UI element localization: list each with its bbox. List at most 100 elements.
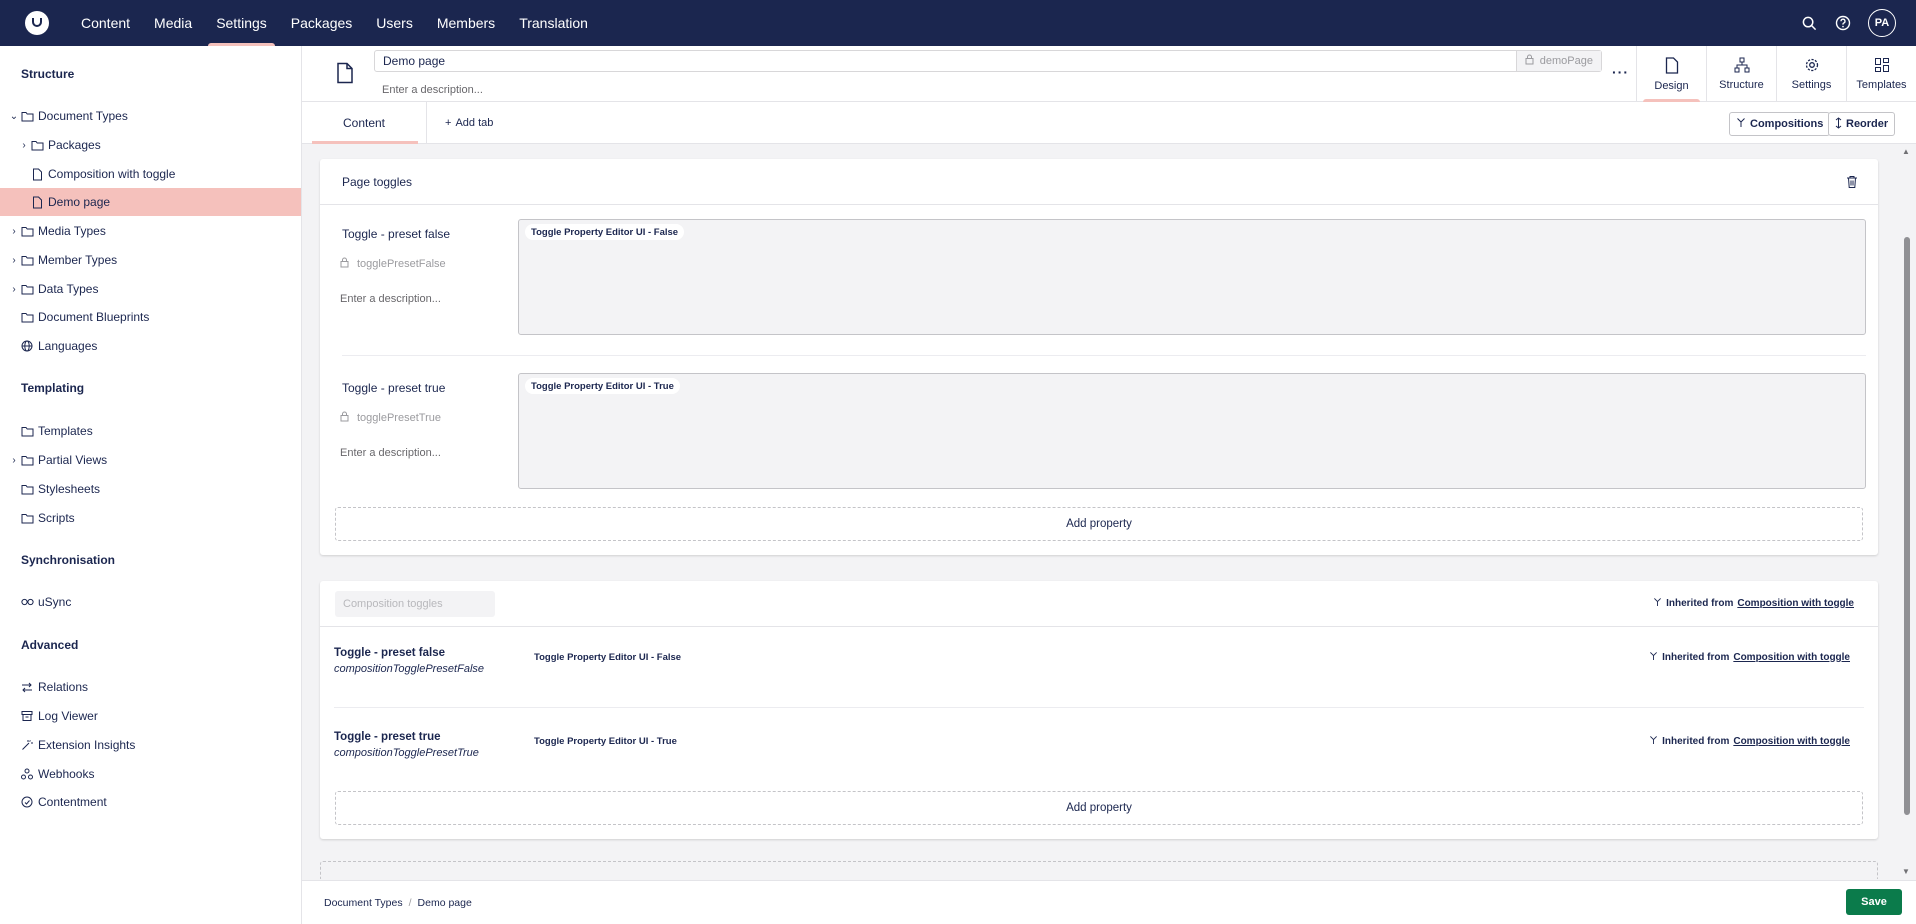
save-button[interactable]: Save bbox=[1846, 889, 1902, 915]
chevron-right-icon[interactable]: › bbox=[8, 226, 20, 237]
property-alias[interactable]: togglePresetFalse bbox=[340, 257, 446, 271]
help-icon[interactable] bbox=[1834, 14, 1852, 32]
document-type-name-input[interactable]: Demo page demoPage bbox=[374, 50, 1602, 72]
compositions-button[interactable]: Compositions bbox=[1729, 112, 1831, 136]
description-input[interactable]: Enter a description... bbox=[382, 84, 483, 96]
tree-item-templates[interactable]: Templates bbox=[0, 417, 301, 445]
folder-icon bbox=[20, 109, 34, 123]
property-editor-preview[interactable]: Toggle Property Editor UI - False bbox=[518, 219, 1866, 335]
group-title[interactable]: Page toggles bbox=[342, 175, 412, 189]
inherited-from-link[interactable]: Composition with toggle bbox=[1733, 736, 1850, 747]
editor-tag: Toggle Property Editor UI - True bbox=[525, 378, 680, 394]
inherited-property-row: Toggle - preset false compositionToggleP… bbox=[320, 627, 1878, 707]
tree-item-webhooks[interactable]: Webhooks bbox=[0, 760, 301, 788]
more-actions-icon[interactable]: ··· bbox=[1612, 64, 1629, 80]
umbraco-logo[interactable] bbox=[25, 11, 49, 35]
merge-icon bbox=[1736, 117, 1746, 131]
inherited-from-link[interactable]: Composition with toggle bbox=[1733, 652, 1850, 663]
tree-item-usync[interactable]: uSync bbox=[0, 588, 301, 616]
add-property-button[interactable]: Add property bbox=[335, 791, 1863, 825]
tab-content[interactable]: Content bbox=[302, 102, 427, 144]
lock-icon[interactable] bbox=[340, 257, 349, 271]
nav-media[interactable]: Media bbox=[142, 0, 204, 46]
view-templates[interactable]: Templates bbox=[1846, 46, 1916, 102]
breadcrumb-separator: / bbox=[408, 897, 412, 909]
document-icon[interactable] bbox=[336, 62, 354, 87]
view-switcher: Design Structure Settings Templates bbox=[1636, 46, 1916, 102]
chevron-down-icon[interactable]: ⌄ bbox=[8, 111, 20, 122]
tree-item-packages[interactable]: › Packages bbox=[0, 131, 301, 159]
view-structure[interactable]: Structure bbox=[1706, 46, 1776, 102]
add-group-placeholder[interactable] bbox=[320, 861, 1878, 879]
group-page-toggles: Page toggles Toggle - preset false toggl… bbox=[320, 159, 1878, 555]
tree-item-data-types[interactable]: › Data Types bbox=[0, 275, 301, 303]
tree-item-languages[interactable]: Languages bbox=[0, 332, 301, 360]
scrollbar-thumb[interactable] bbox=[1904, 237, 1910, 815]
property-row[interactable]: Toggle - preset false togglePresetFalse … bbox=[320, 205, 1878, 355]
nav-packages[interactable]: Packages bbox=[279, 0, 364, 46]
tree-item-extension-insights[interactable]: Extension Insights bbox=[0, 731, 301, 759]
property-editor-preview[interactable]: Toggle Property Editor UI - True bbox=[518, 373, 1866, 489]
infinity-icon bbox=[20, 595, 34, 609]
property-row[interactable]: Toggle - preset true togglePresetTrue En… bbox=[320, 359, 1878, 509]
property-alias[interactable]: togglePresetTrue bbox=[340, 411, 441, 425]
content-area: Page toggles Toggle - preset false toggl… bbox=[302, 145, 1916, 879]
tree-item-document-types[interactable]: ⌄ Document Types bbox=[0, 102, 301, 130]
document-icon bbox=[30, 195, 44, 209]
tree-item-stylesheets[interactable]: Stylesheets bbox=[0, 475, 301, 503]
nav-translation[interactable]: Translation bbox=[507, 0, 600, 46]
wand-icon bbox=[20, 738, 34, 752]
property-description[interactable]: Enter a description... bbox=[340, 293, 441, 305]
tree-item-demo-page[interactable]: Demo page bbox=[0, 188, 301, 216]
tree-item-member-types[interactable]: › Member Types bbox=[0, 246, 301, 274]
merge-icon bbox=[1649, 651, 1658, 664]
search-icon[interactable] bbox=[1800, 14, 1818, 32]
view-design[interactable]: Design bbox=[1636, 46, 1706, 102]
footer-bar: Document Types / Demo page Save bbox=[302, 880, 1916, 924]
lock-icon[interactable] bbox=[1525, 54, 1534, 68]
property-alias: compositionTogglePresetTrue bbox=[334, 747, 479, 759]
alias-field[interactable]: demoPage bbox=[1515, 51, 1601, 71]
inherited-from-link[interactable]: Composition with toggle bbox=[1737, 598, 1854, 609]
view-settings[interactable]: Settings bbox=[1776, 46, 1846, 102]
folder-icon bbox=[20, 224, 34, 238]
tree-item-scripts[interactable]: Scripts bbox=[0, 504, 301, 532]
section-title-templating: Templating bbox=[21, 381, 85, 395]
breadcrumb: Document Types / Demo page bbox=[324, 897, 472, 909]
tree-item-partial-views[interactable]: › Partial Views bbox=[0, 446, 301, 474]
chevron-right-icon[interactable]: › bbox=[18, 140, 30, 151]
add-tab-button[interactable]: + Add tab bbox=[445, 102, 493, 144]
property-editor-name: Toggle Property Editor UI - False bbox=[534, 652, 682, 663]
property-label[interactable]: Toggle - preset false bbox=[342, 227, 450, 241]
reorder-icon bbox=[1835, 116, 1842, 132]
reorder-button[interactable]: Reorder bbox=[1828, 112, 1896, 136]
scroll-up-icon[interactable]: ▲ bbox=[1902, 147, 1910, 156]
tree-item-log-viewer[interactable]: Log Viewer bbox=[0, 702, 301, 730]
scrollbar[interactable]: ▲ ▼ bbox=[1900, 145, 1914, 879]
tree-item-document-blueprints[interactable]: Document Blueprints bbox=[0, 303, 301, 331]
chevron-right-icon[interactable]: › bbox=[8, 284, 20, 295]
trash-icon[interactable] bbox=[1846, 175, 1858, 192]
nav-members[interactable]: Members bbox=[425, 0, 507, 46]
nav-content[interactable]: Content bbox=[69, 0, 142, 46]
group-header: Composition toggles Inherited from Compo… bbox=[320, 581, 1878, 627]
tree-item-composition-with-toggle[interactable]: Composition with toggle bbox=[0, 160, 301, 188]
scroll-down-icon[interactable]: ▼ bbox=[1902, 867, 1910, 876]
breadcrumb-item[interactable]: Document Types bbox=[324, 897, 403, 909]
user-avatar[interactable]: PA bbox=[1868, 9, 1896, 37]
add-property-button[interactable]: Add property bbox=[335, 507, 1863, 541]
nav-settings[interactable]: Settings bbox=[204, 0, 279, 46]
tree-item-relations[interactable]: Relations bbox=[0, 673, 301, 701]
property-label[interactable]: Toggle - preset true bbox=[342, 381, 445, 395]
nav-users[interactable]: Users bbox=[364, 0, 425, 46]
breadcrumb-item[interactable]: Demo page bbox=[418, 897, 472, 909]
property-description[interactable]: Enter a description... bbox=[340, 447, 441, 459]
lock-icon[interactable] bbox=[340, 411, 349, 425]
folder-icon bbox=[20, 310, 34, 324]
tree-item-contentment[interactable]: Contentment bbox=[0, 788, 301, 816]
chevron-right-icon[interactable]: › bbox=[8, 255, 20, 266]
archive-icon bbox=[20, 709, 34, 723]
chevron-right-icon[interactable]: › bbox=[8, 455, 20, 466]
divider bbox=[334, 707, 1864, 708]
tree-item-media-types[interactable]: › Media Types bbox=[0, 217, 301, 245]
